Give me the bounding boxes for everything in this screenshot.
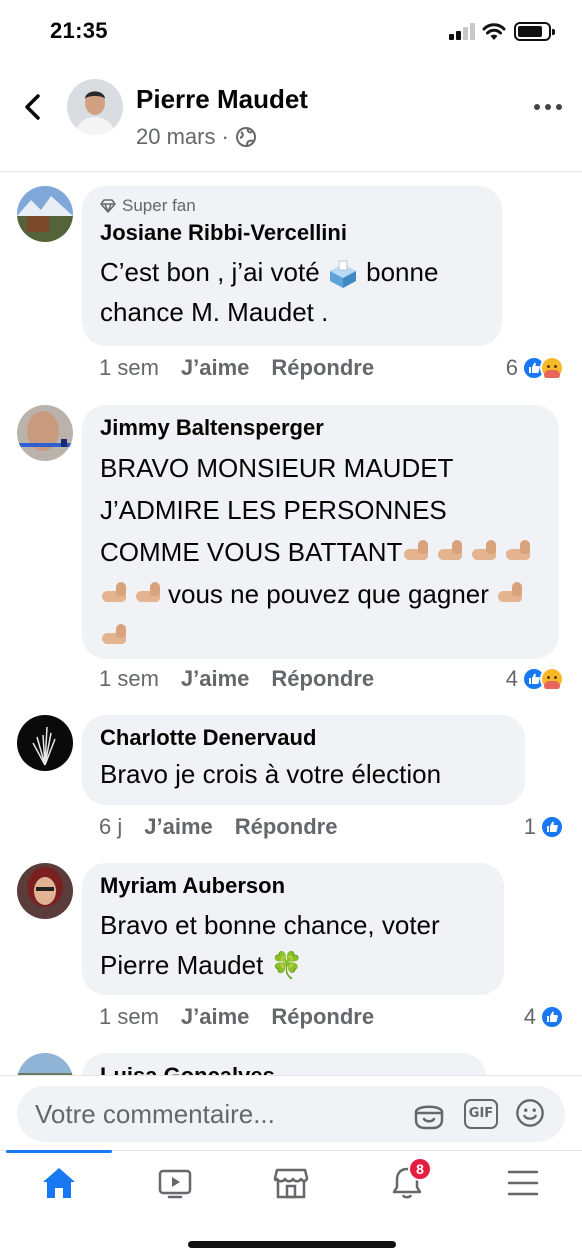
reaction-count: 6 xyxy=(505,355,518,380)
emoji-icon[interactable] xyxy=(514,1098,546,1128)
tab-menu[interactable] xyxy=(464,1151,580,1221)
reply-button[interactable]: Répondre xyxy=(271,666,374,692)
comment-actions: 1 sem J’aime Répondre xyxy=(99,666,374,692)
reply-button[interactable]: Répondre xyxy=(271,355,374,381)
comment-field: GIF xyxy=(17,1086,565,1142)
cellular-signal-icon xyxy=(449,23,475,40)
reaction-summary[interactable]: 6 xyxy=(506,355,564,381)
globe-icon xyxy=(235,127,256,147)
author-avatar[interactable] xyxy=(67,79,123,135)
care-reaction-icon xyxy=(540,667,564,691)
tab-video[interactable] xyxy=(116,1151,232,1221)
comments-list: Super fan Josiane Ribbi-Vercellini C’est… xyxy=(0,173,582,1075)
reaction-summary[interactable]: 1 xyxy=(524,814,564,840)
author-name[interactable]: Pierre Maudet xyxy=(136,84,308,115)
comment-bubble: Jimmy Baltensperger BRAVO MONSIEUR MAUDE… xyxy=(82,405,559,659)
comment-author[interactable]: Myriam Auberson xyxy=(100,873,486,899)
like-button[interactable]: J’aime xyxy=(181,1004,250,1030)
post-date[interactable]: 20 mars xyxy=(136,124,215,150)
comment-time: 1 sem xyxy=(99,1004,159,1029)
super-fan-badge: Super fan xyxy=(100,196,484,216)
flexed-biceps-icon xyxy=(100,621,130,647)
more-options-button[interactable] xyxy=(534,102,562,112)
post-header: Pierre Maudet 20 mars · xyxy=(0,64,582,172)
status-time: 21:35 xyxy=(50,18,108,43)
wifi-icon xyxy=(482,23,506,40)
comment-actions: 1 sem J’aime Répondre xyxy=(99,355,374,381)
comment-text-part: vous ne pouvez que gagner xyxy=(168,579,489,609)
comment-author[interactable]: Luisa Goncalves xyxy=(100,1063,468,1075)
comment-time: 1 sem xyxy=(99,355,159,380)
like-button[interactable]: J’aime xyxy=(181,355,250,381)
comment-text: C’est bon , j’ai voté bonne chance M. Ma… xyxy=(100,252,484,332)
menu-icon xyxy=(507,1170,539,1196)
comment-author[interactable]: Charlotte Denervaud xyxy=(100,725,507,751)
comment-bubble: Charlotte Denervaud Bravo je crois à vot… xyxy=(82,715,525,805)
gif-button[interactable]: GIF xyxy=(464,1099,498,1129)
reply-button[interactable]: Répondre xyxy=(271,1004,374,1030)
notification-badge: 8 xyxy=(408,1157,432,1181)
marketplace-icon xyxy=(273,1168,309,1199)
commenter-avatar[interactable] xyxy=(17,405,73,461)
commenter-avatar[interactable] xyxy=(17,1053,73,1075)
ballot-box-icon xyxy=(329,260,356,289)
sticker-icon[interactable] xyxy=(413,1100,445,1130)
tab-marketplace[interactable] xyxy=(232,1151,348,1221)
flexed-biceps-icon xyxy=(402,537,432,563)
meta-separator: · xyxy=(221,124,229,149)
like-reaction-icon xyxy=(540,1005,564,1029)
comment-actions: 6 j J’aime Répondre xyxy=(99,814,337,840)
home-indicator xyxy=(188,1241,396,1248)
flexed-biceps-icon xyxy=(470,537,500,563)
post-meta: 20 mars · xyxy=(136,124,257,150)
like-reaction-icon xyxy=(540,815,564,839)
comment-time: 6 j xyxy=(99,814,123,839)
reaction-summary[interactable]: 4 xyxy=(524,1004,564,1030)
comment-text-part: BRAVO MONSIEUR MAUDET J’ADMIRE LES PERSO… xyxy=(100,453,453,567)
reply-button[interactable]: Répondre xyxy=(235,814,338,840)
commenter-avatar[interactable] xyxy=(17,715,73,771)
like-button[interactable]: J’aime xyxy=(144,814,213,840)
tab-home[interactable] xyxy=(0,1150,116,1221)
comment-text-part: C’est bon , j’ai voté xyxy=(100,257,327,287)
flexed-biceps-icon xyxy=(496,579,526,605)
home-icon xyxy=(43,1168,75,1198)
reaction-count: 4 xyxy=(523,1004,536,1029)
like-button[interactable]: J’aime xyxy=(181,666,250,692)
back-button[interactable] xyxy=(18,90,48,124)
flexed-biceps-icon xyxy=(134,579,164,605)
commenter-avatar[interactable] xyxy=(17,186,73,242)
reaction-count: 4 xyxy=(505,666,518,691)
status-bar: 21:35 xyxy=(0,0,582,64)
comment-time: 1 sem xyxy=(99,666,159,691)
badge-label: Super fan xyxy=(122,196,196,215)
comment-composer: GIF xyxy=(0,1075,582,1151)
flexed-biceps-icon xyxy=(504,537,534,563)
battery-icon xyxy=(514,22,555,41)
comment-bubble: Luisa Goncalves xyxy=(82,1053,486,1075)
video-icon xyxy=(158,1169,192,1199)
comment-input[interactable] xyxy=(35,1086,395,1142)
commenter-avatar[interactable] xyxy=(17,863,73,919)
comment-text: Bravo et bonne chance, voter Pierre Maud… xyxy=(100,910,440,980)
comment-text: BRAVO MONSIEUR MAUDET J’ADMIRE LES PERSO… xyxy=(100,447,541,657)
comment-actions: 1 sem J’aime Répondre xyxy=(99,1004,374,1030)
tab-notifications[interactable]: 8 xyxy=(348,1151,464,1221)
reaction-count: 1 xyxy=(523,814,536,839)
diamond-icon xyxy=(100,199,116,213)
flexed-biceps-icon xyxy=(100,579,130,605)
care-reaction-icon xyxy=(540,356,564,380)
flexed-biceps-icon xyxy=(436,537,466,563)
comment-author[interactable]: Jimmy Baltensperger xyxy=(100,415,541,441)
comment-text: Bravo je crois à votre élection xyxy=(100,759,442,789)
reaction-summary[interactable]: 4 xyxy=(506,666,564,692)
comment-bubble: Myriam Auberson Bravo et bonne chance, v… xyxy=(82,863,504,995)
comment-bubble: Super fan Josiane Ribbi-Vercellini C’est… xyxy=(82,186,502,346)
comment-author[interactable]: Josiane Ribbi-Vercellini xyxy=(100,220,484,246)
